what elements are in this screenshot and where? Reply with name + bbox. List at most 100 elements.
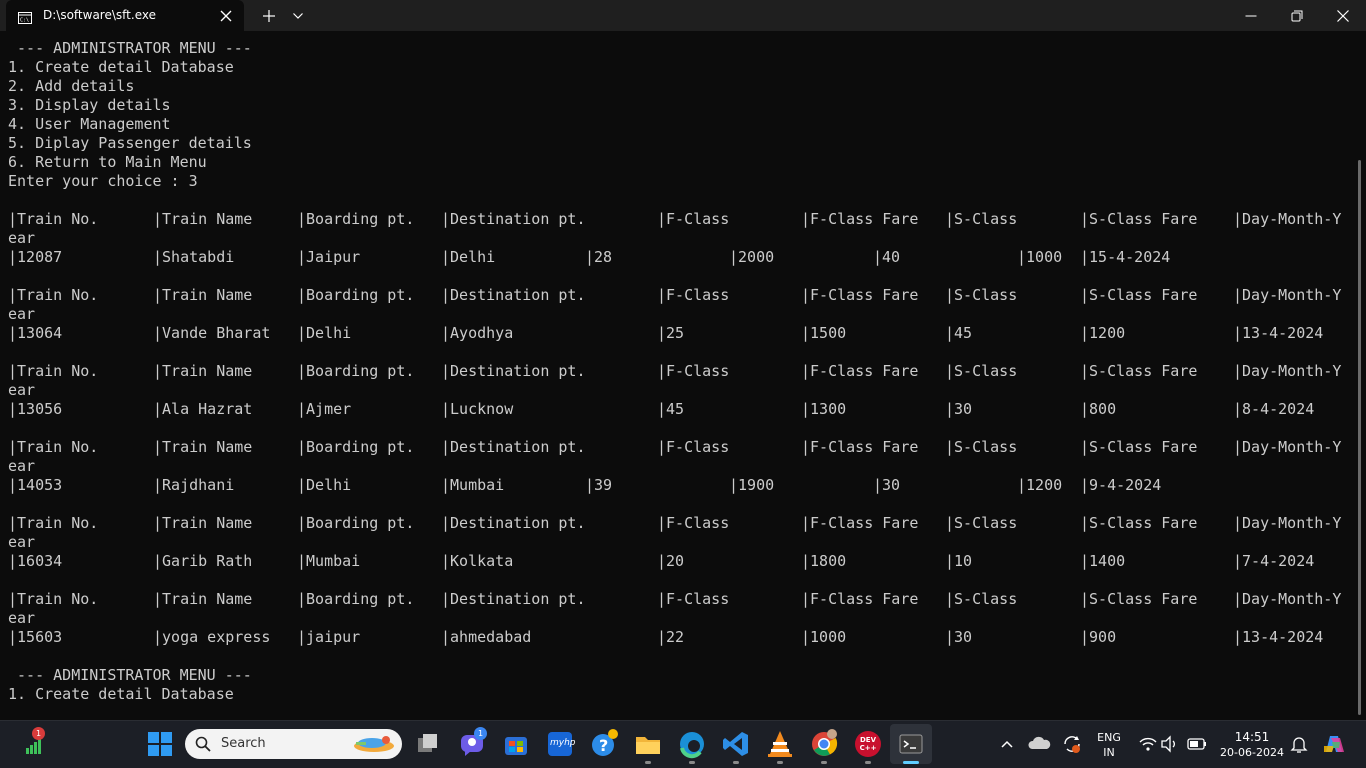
table-header-cell: |F-Class xyxy=(657,438,730,456)
table-header-row: |Train No. |Train Name |Boarding pt. |Desti… xyxy=(0,210,1356,229)
table-header-cell: |Destination pt. xyxy=(441,286,586,304)
tab-dropdown-button[interactable] xyxy=(288,0,308,31)
cloud-icon xyxy=(1028,736,1051,749)
minimize-button[interactable] xyxy=(1228,0,1274,31)
new-tab-button[interactable] xyxy=(258,0,280,31)
table-cell: |Lucknow xyxy=(441,400,514,418)
table-header-cell: |Train No. xyxy=(8,362,99,380)
menu-item: 3. Display details xyxy=(8,96,171,114)
language-code: ENG xyxy=(1097,731,1121,744)
table-header-wrap: ear xyxy=(8,305,36,323)
table-cell: |15603 xyxy=(8,628,63,646)
table-cell: |Ayodhya xyxy=(441,324,514,342)
table-header-cell: |Day-Month-Y xyxy=(1233,514,1342,532)
restore-button[interactable] xyxy=(1274,0,1320,31)
table-cell: |Vande Bharat xyxy=(153,324,271,342)
terminal-icon xyxy=(899,734,923,754)
table-cell: |40 xyxy=(873,248,901,266)
devcpp-label: DEV C++ xyxy=(859,736,877,752)
plus-icon xyxy=(263,9,275,22)
chrome-button[interactable] xyxy=(808,728,840,760)
bell-icon xyxy=(1290,737,1308,753)
sync-button[interactable] xyxy=(1056,728,1088,760)
close-window-button[interactable] xyxy=(1320,0,1366,31)
store-button[interactable] xyxy=(500,728,532,760)
table-cell: |Delhi xyxy=(297,476,352,494)
onedrive-button[interactable] xyxy=(1024,728,1056,760)
table-header-cell: |S-Class Fare xyxy=(1080,362,1198,380)
scrollbar-thumb[interactable] xyxy=(1358,160,1361,715)
table-cell: |30 xyxy=(945,628,973,646)
store-icon xyxy=(505,737,527,755)
table-cell: |1300 xyxy=(801,400,847,418)
myhp-label: myhp xyxy=(550,738,576,748)
myhp-button[interactable]: myhp xyxy=(544,728,576,760)
table-header-cell: |Train No. xyxy=(8,286,99,304)
table-header-cell: |Train No. xyxy=(8,514,99,532)
table-header-cell: |S-Class Fare xyxy=(1080,210,1198,228)
console-output[interactable]: --- ADMINISTRATOR MENU --- 1. Create det… xyxy=(0,31,1356,720)
app-active-indicator xyxy=(903,761,919,764)
table-header-cell: |S-Class Fare xyxy=(1080,514,1198,532)
search-highlight-icon xyxy=(350,732,398,760)
table-header-wrap: ear xyxy=(8,609,36,627)
terminal-tab[interactable]: C:\ D:\software\sft.exe xyxy=(6,0,244,31)
table-cell: |14053 xyxy=(8,476,63,494)
menu-item: 1. Create detail Database xyxy=(8,685,234,703)
vlc-button[interactable] xyxy=(764,728,796,760)
table-cell: |45 xyxy=(657,400,685,418)
widgets-button[interactable]: 1 xyxy=(18,727,50,760)
table-cell: |45 xyxy=(945,324,973,342)
table-header-cell: |Boarding pt. xyxy=(297,286,415,304)
table-cell: |Garib Rath xyxy=(153,552,253,570)
table-header-cell: |Destination pt. xyxy=(441,362,586,380)
help-button[interactable]: ? xyxy=(588,728,620,760)
table-header-wrap: ear xyxy=(8,533,36,551)
task-view-button[interactable] xyxy=(412,728,444,760)
table-cell: |yoga express xyxy=(153,628,271,646)
widgets-badge: 1 xyxy=(32,727,45,740)
start-button[interactable] xyxy=(144,728,176,760)
clock-date: 20-06-2024 xyxy=(1220,746,1284,759)
table-cell: |9-4-2024 xyxy=(1080,476,1162,494)
table-header-cell: |Day-Month-Y xyxy=(1233,286,1342,304)
clock[interactable]: 14:51 20-06-2024 xyxy=(1214,730,1290,759)
terminal-button[interactable] xyxy=(895,728,927,760)
table-cell: |12087 xyxy=(8,248,63,266)
table-cell: |Delhi xyxy=(441,248,496,266)
chat-button[interactable]: 1 xyxy=(456,727,488,760)
table-header-cell: |Train Name xyxy=(153,590,253,608)
table-header-cell: |Destination pt. xyxy=(441,514,586,532)
table-row: |13056 |Ala Hazrat |Ajmer |Lucknow |45 |1300 |… xyxy=(0,400,1356,419)
search-input[interactable]: Search xyxy=(185,729,402,759)
table-cell: |Delhi xyxy=(297,324,352,342)
table-header-cell: |S-Class xyxy=(945,286,1018,304)
table-cell: |Shatabdi xyxy=(153,248,235,266)
app-running-indicator xyxy=(689,761,695,764)
file-explorer-button[interactable] xyxy=(632,728,664,760)
table-cell: |1500 xyxy=(801,324,847,342)
close-tab-icon[interactable] xyxy=(219,8,233,22)
table-header-cell: |S-Class Fare xyxy=(1080,590,1198,608)
notifications-button[interactable] xyxy=(1283,728,1315,760)
minimize-icon xyxy=(1245,15,1257,16)
table-cell: |1400 xyxy=(1080,552,1126,570)
table-cell: |13-4-2024 xyxy=(1233,628,1324,646)
devcpp-button[interactable]: DEV C++ xyxy=(852,728,884,760)
edge-button[interactable] xyxy=(676,728,708,760)
windows-logo-icon xyxy=(148,732,172,756)
title-bar[interactable]: C:\ D:\software\sft.exe xyxy=(0,0,1366,31)
battery-button[interactable] xyxy=(1180,728,1212,760)
battery-icon xyxy=(1187,738,1206,750)
table-cell: |16034 xyxy=(8,552,63,570)
table-header-cell: |F-Class Fare xyxy=(801,362,919,380)
table-header-wrap: ear xyxy=(8,229,36,247)
table-cell: |Ala Hazrat xyxy=(153,400,253,418)
table-header-cell: |S-Class xyxy=(945,362,1018,380)
vscode-button[interactable] xyxy=(720,728,752,760)
table-cell: |1900 xyxy=(729,476,775,494)
table-header-cell: |F-Class xyxy=(657,286,730,304)
table-header-cell: |S-Class xyxy=(945,590,1018,608)
copilot-button[interactable] xyxy=(1318,728,1350,760)
language-indicator[interactable]: ENG IN xyxy=(1092,731,1126,759)
